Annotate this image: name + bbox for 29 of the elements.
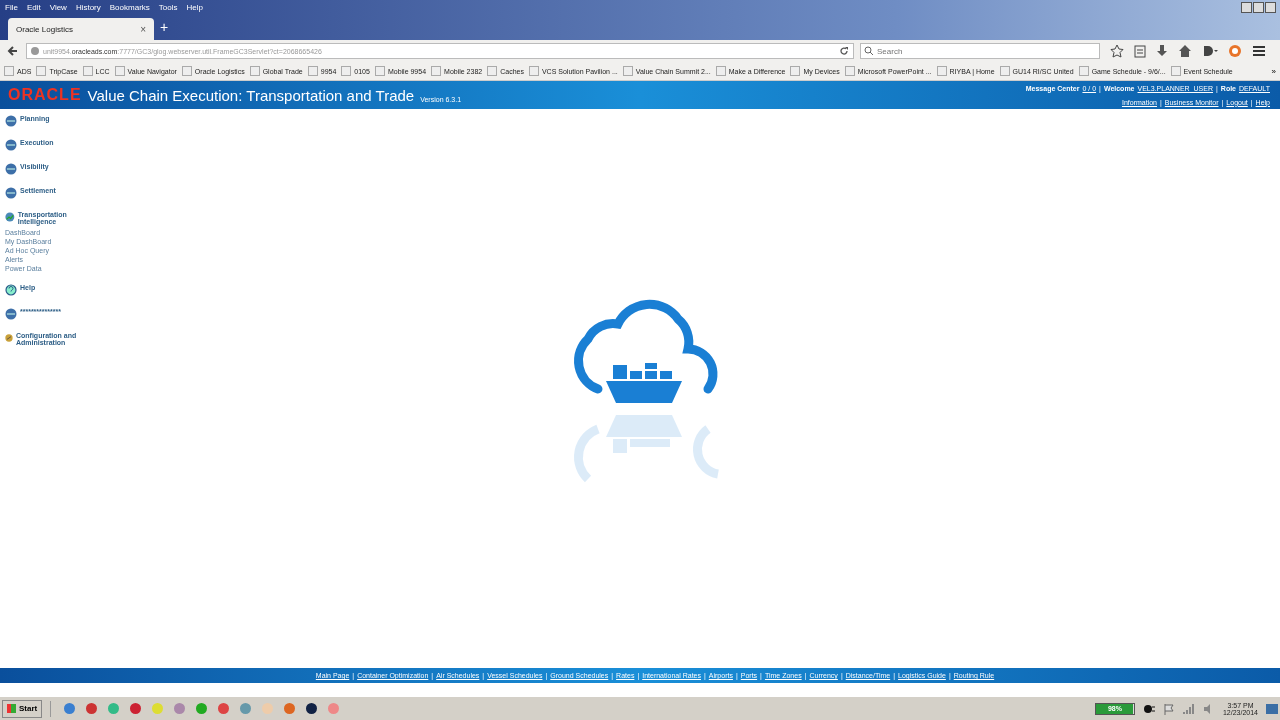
oracle-logo: ORACLE: [8, 86, 82, 104]
more-bookmarks-button[interactable]: »: [1271, 66, 1276, 76]
menu-item[interactable]: Tools: [158, 2, 178, 12]
menu-item[interactable]: File: [5, 2, 18, 12]
show-desktop-button[interactable]: [1266, 703, 1278, 714]
help-icon: [5, 284, 17, 296]
search-icon: [864, 46, 874, 56]
menu-item[interactable]: Edit: [26, 2, 41, 12]
menu-item[interactable]: View: [49, 2, 67, 12]
download-icon[interactable]: [1156, 44, 1168, 58]
flag-icon[interactable]: [1162, 702, 1175, 715]
home-icon[interactable]: [1178, 44, 1192, 58]
search-field[interactable]: Search: [860, 43, 1100, 59]
star-icon[interactable]: [1110, 44, 1124, 58]
menu-icon[interactable]: [1252, 45, 1266, 57]
new-tab-button[interactable]: +: [160, 19, 169, 35]
start-button[interactable]: Start: [2, 699, 43, 718]
back-button[interactable]: [6, 44, 20, 58]
chart-globe-icon: [5, 211, 15, 223]
menu-item[interactable]: History: [75, 2, 101, 12]
clipboard-icon[interactable]: [1134, 44, 1146, 58]
reload-icon[interactable]: [839, 46, 849, 56]
close-tab-button[interactable]: ×: [140, 23, 146, 35]
browser-tab[interactable]: Oracle Logistics ×: [8, 18, 154, 40]
app-title: Value Chain Execution: Transportation and Trade: [87, 86, 415, 104]
signal-icon[interactable]: [1182, 702, 1195, 715]
menu-item[interactable]: Help: [186, 2, 203, 12]
power-plug-icon: [1142, 703, 1155, 714]
menu-item[interactable]: Bookmarks: [109, 2, 150, 12]
